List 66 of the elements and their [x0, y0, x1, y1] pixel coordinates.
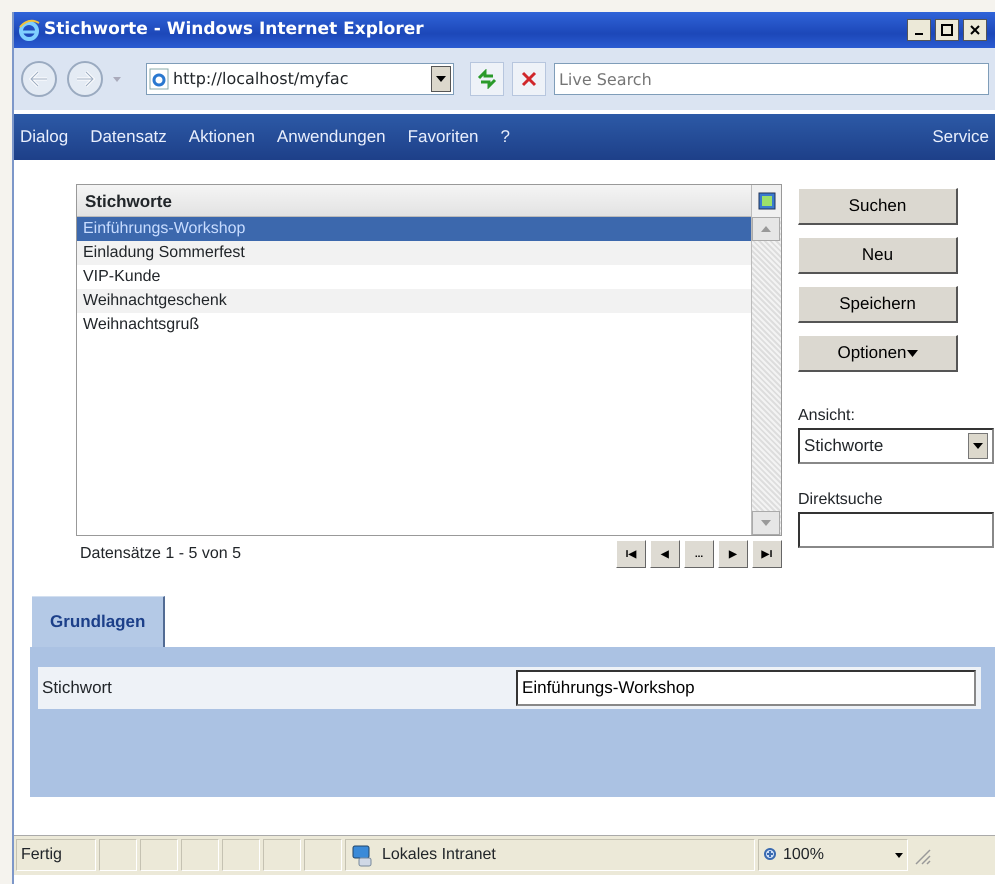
menu-item[interactable]: Dialog	[20, 124, 68, 150]
refresh-button[interactable]	[470, 62, 504, 96]
maximize-icon	[941, 24, 953, 36]
scroll-up-button[interactable]	[752, 217, 780, 241]
status-pane	[99, 839, 137, 871]
list-row[interactable]: Weihnachtgeschenk	[77, 289, 751, 313]
direct-search-field[interactable]	[798, 512, 994, 548]
action-button[interactable]: Optionen	[798, 335, 958, 372]
refresh-icon	[476, 69, 498, 89]
dropdown-caret-icon	[436, 76, 446, 82]
caret-icon	[895, 852, 903, 858]
menu-item[interactable]: Service	[932, 124, 989, 150]
stop-button[interactable]	[512, 62, 546, 96]
field-label: Ansicht:	[798, 406, 856, 426]
list-row[interactable]: Einführungs-Workshop	[77, 217, 751, 241]
list-row[interactable]: Weihnachtsgruß	[77, 313, 751, 337]
field-label: Direktsuche	[798, 490, 884, 510]
forward-button[interactable]	[66, 60, 104, 98]
browser-logo-icon	[18, 19, 40, 41]
zoom-control[interactable]: 100%	[758, 839, 908, 871]
field-label: Stichwort	[41, 676, 113, 699]
menu-item[interactable]: Anwendungen	[276, 124, 386, 150]
search-field[interactable]: Live Search	[554, 63, 989, 95]
action-button[interactable]: Suchen	[798, 188, 958, 225]
status-pane	[222, 839, 260, 871]
scroll-down-button[interactable]	[752, 511, 780, 535]
maximize-button[interactable]	[935, 19, 959, 41]
action-button[interactable]: Speichern	[798, 286, 958, 323]
minimize-icon	[915, 33, 923, 35]
menu-item[interactable]: Datensatz	[90, 124, 167, 150]
history-caret-icon[interactable]	[112, 74, 122, 84]
status-pane	[304, 839, 342, 871]
window-title: Stichworte - Windows Internet Explorer	[44, 18, 425, 42]
menu-item[interactable]: Favoriten	[408, 124, 479, 150]
view-select[interactable]: Stichworte	[798, 428, 994, 464]
up-arrow-icon	[761, 226, 771, 232]
status-pane	[140, 839, 178, 871]
dropdown-caret-icon	[973, 443, 983, 449]
column-header: Stichworte	[77, 185, 751, 217]
back-button[interactable]	[20, 60, 58, 98]
status-text: Fertig	[16, 839, 96, 871]
close-button[interactable]	[963, 19, 987, 41]
list-row[interactable]: Einladung Sommerfest	[77, 241, 751, 265]
menu-item[interactable]: Aktionen	[188, 124, 255, 150]
pager-button[interactable]: I◀	[616, 540, 646, 568]
minimize-button[interactable]	[907, 19, 931, 41]
pager-button[interactable]: ◀	[650, 540, 680, 568]
list-row[interactable]: VIP-Kunde	[77, 265, 751, 289]
action-button[interactable]: Neu	[798, 237, 958, 274]
status-pane	[181, 839, 219, 871]
zone-indicator: Lokales Intranet	[345, 839, 755, 871]
record-count: Datensätze 1 - 5 von 5	[80, 544, 242, 564]
grid-settings-icon[interactable]	[758, 192, 776, 210]
pager-button[interactable]: ...	[684, 540, 714, 568]
text-field[interactable]: Einführungs-Workshop	[516, 670, 976, 706]
tab[interactable]: Grundlagen	[32, 596, 166, 646]
menu-item[interactable]: ?	[500, 124, 510, 150]
status-pane	[263, 839, 301, 871]
close-icon	[521, 71, 537, 87]
pager-button[interactable]: ▶	[718, 540, 748, 568]
address-field[interactable]: http://localhost/myfac	[146, 63, 454, 95]
page-icon	[149, 68, 169, 90]
close-icon	[970, 25, 980, 35]
down-arrow-icon	[761, 520, 771, 526]
zoom-icon	[763, 847, 779, 863]
pager-button[interactable]: ▶I	[752, 540, 782, 568]
